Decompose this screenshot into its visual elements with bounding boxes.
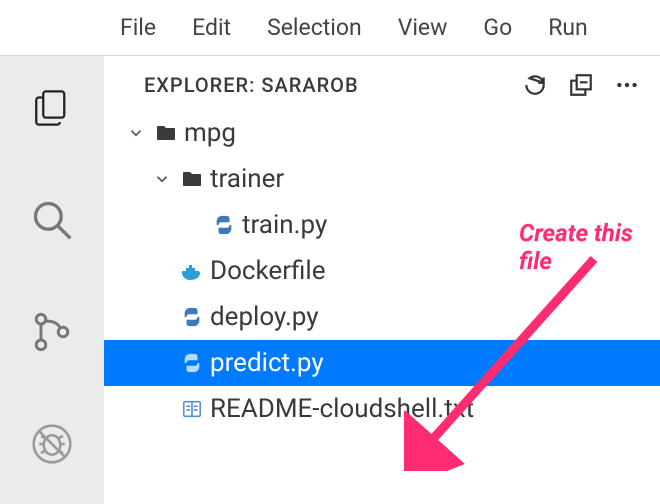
tree-label: deploy.py (208, 302, 319, 332)
explorer-header: EXPLORER: SARAROB (104, 56, 660, 110)
docker-file-icon (176, 259, 208, 283)
explorer-sidebar: EXPLORER: SARAROB mpg (104, 56, 660, 504)
menu-file[interactable]: File (120, 14, 156, 41)
tree-folder-mpg[interactable]: mpg (104, 110, 660, 156)
refresh-icon[interactable] (522, 72, 548, 98)
tree-file-train[interactable]: train.py (104, 202, 660, 248)
folder-icon (176, 167, 208, 191)
explorer-activity-icon[interactable] (24, 80, 80, 136)
tree-file-predict[interactable]: predict.py (104, 340, 660, 386)
python-file-icon (176, 306, 208, 328)
activity-bar (0, 56, 104, 504)
menu-edit[interactable]: Edit (192, 14, 231, 41)
menu-bar: File Edit Selection View Go Run (0, 0, 660, 56)
python-file-icon (176, 352, 208, 374)
menu-run[interactable]: Run (548, 14, 588, 41)
text-file-icon (176, 398, 208, 420)
tree-folder-trainer[interactable]: trainer (104, 156, 660, 202)
tree-label: Dockerfile (208, 256, 326, 286)
chevron-down-icon (122, 124, 150, 142)
tree-file-readme[interactable]: README-cloudshell.txt (104, 386, 660, 432)
menu-view[interactable]: View (398, 14, 448, 41)
menu-selection[interactable]: Selection (267, 14, 362, 41)
tree-label: mpg (182, 118, 236, 148)
tree-file-dockerfile[interactable]: Dockerfile (104, 248, 660, 294)
collapse-all-icon[interactable] (568, 72, 594, 98)
tree-label: trainer (208, 164, 284, 194)
tree-label: predict.py (208, 348, 324, 378)
file-tree: mpg trainer train.py Dockerfile deploy.p (104, 110, 660, 432)
python-file-icon (208, 214, 240, 236)
menu-go[interactable]: Go (483, 14, 512, 41)
more-icon[interactable] (614, 72, 640, 98)
tree-label: train.py (240, 210, 327, 240)
explorer-title: EXPLORER: SARAROB (144, 73, 522, 97)
tree-label: README-cloudshell.txt (208, 394, 474, 424)
chevron-down-icon (148, 170, 176, 188)
source-control-activity-icon[interactable] (24, 304, 80, 360)
debug-disabled-activity-icon[interactable] (24, 416, 80, 472)
search-activity-icon[interactable] (24, 192, 80, 248)
folder-icon (150, 121, 182, 145)
tree-file-deploy[interactable]: deploy.py (104, 294, 660, 340)
